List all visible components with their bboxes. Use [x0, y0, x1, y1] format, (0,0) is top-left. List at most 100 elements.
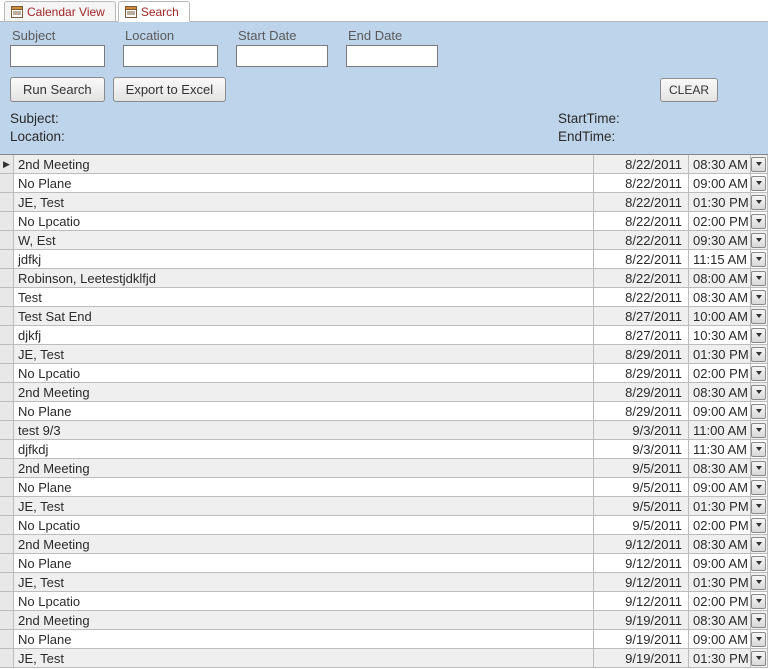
cell-time[interactable]: 08:30 AM	[689, 535, 751, 553]
row-selector[interactable]	[0, 174, 14, 192]
cell-time[interactable]: 02:00 PM	[689, 212, 751, 230]
cell-date[interactable]: 8/22/2011	[594, 212, 689, 230]
cell-time[interactable]: 11:00 AM	[689, 421, 751, 439]
cell-date[interactable]: 8/22/2011	[594, 193, 689, 211]
chevron-down-icon[interactable]	[751, 404, 766, 419]
cell-subject[interactable]: No Lpcatio	[14, 364, 594, 382]
row-selector[interactable]	[0, 649, 14, 667]
chevron-down-icon[interactable]	[751, 233, 766, 248]
cell-date[interactable]: 9/12/2011	[594, 573, 689, 591]
row-selector[interactable]	[0, 535, 14, 553]
cell-subject[interactable]: JE, Test	[14, 497, 594, 515]
cell-subject[interactable]: JE, Test	[14, 345, 594, 363]
row-selector[interactable]	[0, 516, 14, 534]
cell-subject[interactable]: 2nd Meeting	[14, 383, 594, 401]
chevron-down-icon[interactable]	[751, 328, 766, 343]
table-row[interactable]: 2nd Meeting9/19/201108:30 AM	[0, 611, 768, 630]
cell-date[interactable]: 9/12/2011	[594, 535, 689, 553]
chevron-down-icon[interactable]	[751, 290, 766, 305]
tab-calendar-view[interactable]: Calendar View	[4, 1, 116, 21]
table-row[interactable]: jdfkj8/22/201111:15 AM	[0, 250, 768, 269]
cell-time[interactable]: 10:30 AM	[689, 326, 751, 344]
cell-subject[interactable]: JE, Test	[14, 649, 594, 667]
cell-subject[interactable]: No Lpcatio	[14, 592, 594, 610]
cell-subject[interactable]: 2nd Meeting	[14, 611, 594, 629]
chevron-down-icon[interactable]	[751, 461, 766, 476]
cell-subject[interactable]: No Plane	[14, 174, 594, 192]
row-selector[interactable]	[0, 231, 14, 249]
table-row[interactable]: No Lpcatio9/5/201102:00 PM	[0, 516, 768, 535]
chevron-down-icon[interactable]	[751, 594, 766, 609]
row-selector[interactable]	[0, 326, 14, 344]
cell-date[interactable]: 9/12/2011	[594, 554, 689, 572]
row-selector[interactable]	[0, 630, 14, 648]
row-selector[interactable]	[0, 402, 14, 420]
tab-search[interactable]: Search	[118, 1, 190, 22]
row-selector[interactable]	[0, 554, 14, 572]
chevron-down-icon[interactable]	[751, 214, 766, 229]
row-selector[interactable]	[0, 573, 14, 591]
subject-input[interactable]	[10, 45, 105, 67]
cell-time[interactable]: 08:30 AM	[689, 459, 751, 477]
table-row[interactable]: No Plane9/12/201109:00 AM	[0, 554, 768, 573]
cell-time[interactable]: 08:30 AM	[689, 383, 751, 401]
cell-time[interactable]: 09:00 AM	[689, 630, 751, 648]
chevron-down-icon[interactable]	[751, 271, 766, 286]
cell-date[interactable]: 9/19/2011	[594, 611, 689, 629]
chevron-down-icon[interactable]	[751, 442, 766, 457]
cell-subject[interactable]: JE, Test	[14, 573, 594, 591]
cell-subject[interactable]: No Plane	[14, 402, 594, 420]
chevron-down-icon[interactable]	[751, 518, 766, 533]
row-selector[interactable]	[0, 478, 14, 496]
cell-subject[interactable]: Robinson, Leetestjdklfjd	[14, 269, 594, 287]
cell-time[interactable]: 08:30 AM	[689, 155, 751, 173]
row-selector[interactable]	[0, 440, 14, 458]
start-date-input[interactable]	[236, 45, 328, 67]
table-row[interactable]: No Plane8/22/201109:00 AM	[0, 174, 768, 193]
table-row[interactable]: JE, Test9/19/201101:30 PM	[0, 649, 768, 668]
cell-time[interactable]: 01:30 PM	[689, 649, 751, 667]
table-row[interactable]: No Lpcatio9/12/201102:00 PM	[0, 592, 768, 611]
clear-button[interactable]: CLEAR	[660, 78, 718, 102]
cell-date[interactable]: 8/27/2011	[594, 326, 689, 344]
table-row[interactable]: No Plane8/29/201109:00 AM	[0, 402, 768, 421]
row-selector[interactable]	[0, 193, 14, 211]
location-input[interactable]	[123, 45, 218, 67]
chevron-down-icon[interactable]	[751, 632, 766, 647]
row-selector[interactable]	[0, 345, 14, 363]
cell-date[interactable]: 8/29/2011	[594, 402, 689, 420]
chevron-down-icon[interactable]	[751, 309, 766, 324]
cell-subject[interactable]: No Lpcatio	[14, 212, 594, 230]
table-row[interactable]: No Plane9/19/201109:00 AM	[0, 630, 768, 649]
table-row[interactable]: djfkdj9/3/201111:30 AM	[0, 440, 768, 459]
cell-subject[interactable]: 2nd Meeting	[14, 155, 594, 173]
cell-date[interactable]: 8/22/2011	[594, 269, 689, 287]
cell-date[interactable]: 8/29/2011	[594, 364, 689, 382]
cell-date[interactable]: 8/22/2011	[594, 288, 689, 306]
cell-time[interactable]: 09:00 AM	[689, 402, 751, 420]
cell-subject[interactable]: jdfkj	[14, 250, 594, 268]
cell-subject[interactable]: 2nd Meeting	[14, 459, 594, 477]
cell-time[interactable]: 11:15 AM	[689, 250, 751, 268]
cell-time[interactable]: 01:30 PM	[689, 193, 751, 211]
cell-time[interactable]: 09:00 AM	[689, 174, 751, 192]
table-row[interactable]: JE, Test9/12/201101:30 PM	[0, 573, 768, 592]
row-selector[interactable]	[0, 459, 14, 477]
cell-subject[interactable]: 2nd Meeting	[14, 535, 594, 553]
chevron-down-icon[interactable]	[751, 347, 766, 362]
row-selector[interactable]	[0, 497, 14, 515]
chevron-down-icon[interactable]	[751, 252, 766, 267]
cell-time[interactable]: 08:30 AM	[689, 611, 751, 629]
cell-date[interactable]: 8/29/2011	[594, 345, 689, 363]
table-row[interactable]: JE, Test9/5/201101:30 PM	[0, 497, 768, 516]
cell-subject[interactable]: No Plane	[14, 554, 594, 572]
cell-time[interactable]: 08:30 AM	[689, 288, 751, 306]
cell-date[interactable]: 8/27/2011	[594, 307, 689, 325]
cell-subject[interactable]: Test	[14, 288, 594, 306]
table-row[interactable]: No Lpcatio8/29/201102:00 PM	[0, 364, 768, 383]
cell-time[interactable]: 01:30 PM	[689, 497, 751, 515]
table-row[interactable]: Robinson, Leetestjdklfjd8/22/201108:00 A…	[0, 269, 768, 288]
cell-date[interactable]: 9/19/2011	[594, 630, 689, 648]
run-search-button[interactable]: Run Search	[10, 77, 105, 102]
table-row[interactable]: JE, Test8/22/201101:30 PM	[0, 193, 768, 212]
